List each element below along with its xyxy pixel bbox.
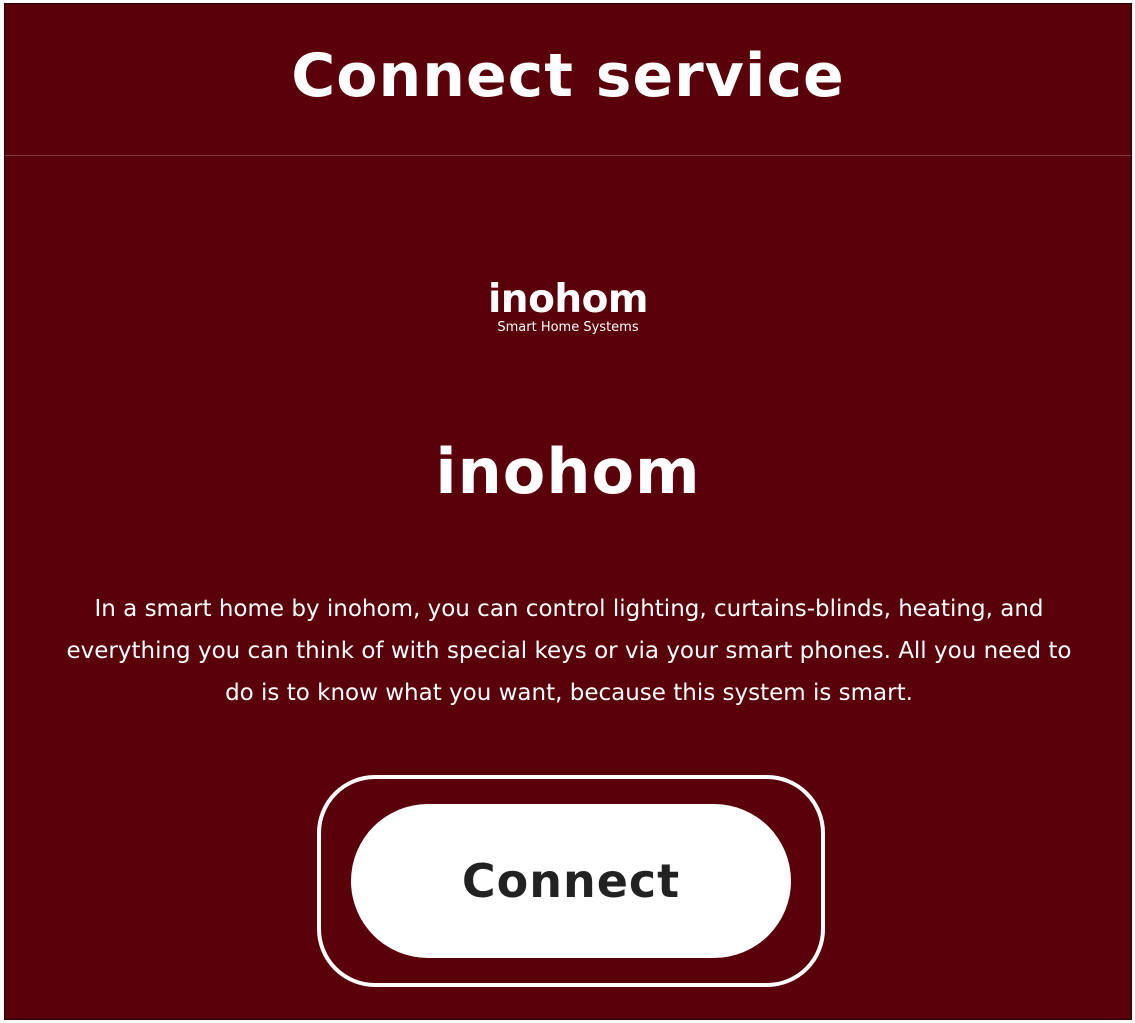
service-name: inohom: [435, 435, 701, 508]
page-title: Connect service: [291, 40, 845, 111]
service-logo: inohom Smart Home Systems: [5, 278, 1131, 336]
connect-button[interactable]: Connect: [351, 804, 791, 958]
logo-wordmark: inohom: [487, 277, 649, 322]
service-description: In a smart home by inohom, you can contr…: [66, 596, 1072, 706]
logo-tagline: Smart Home Systems: [497, 320, 639, 335]
connect-service-screen: Connect service inohom Smart Home System…: [4, 3, 1132, 1020]
header: Connect service: [5, 4, 1131, 156]
